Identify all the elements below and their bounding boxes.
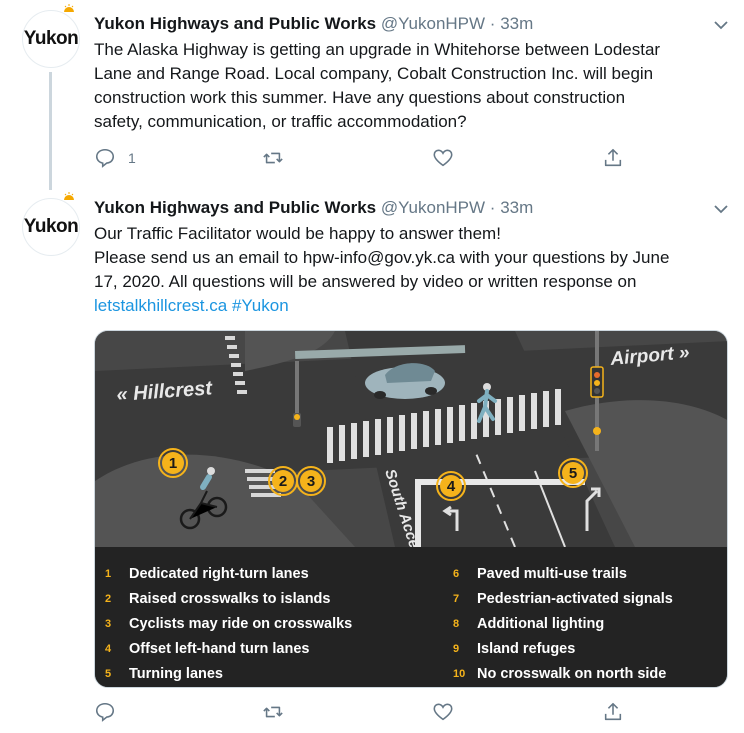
tweet-header: Yukon Highways and Public Works @YukonHP… bbox=[94, 198, 533, 218]
legend-number: 6 bbox=[453, 567, 460, 580]
svg-text:4: 4 bbox=[447, 478, 456, 495]
intersection-illustration: « Hillcrest Airport » South Access » 1 2… bbox=[95, 331, 727, 547]
sun-logo-icon bbox=[64, 4, 74, 12]
svg-text:3: 3 bbox=[307, 473, 315, 490]
tweet-text: The Alaska Highway is getting an upgrade… bbox=[94, 38, 724, 134]
share-button[interactable] bbox=[602, 700, 624, 724]
tweet-timestamp[interactable]: 33m bbox=[500, 14, 533, 33]
legend-number: 10 bbox=[453, 667, 466, 680]
legend-text: Island refuges bbox=[477, 640, 576, 657]
separator-dot: · bbox=[489, 14, 496, 33]
legend-item: 10 No crosswalk on north side bbox=[453, 661, 673, 686]
legend-number: 1 bbox=[105, 567, 112, 580]
legend-text: Raised crosswalks to islands bbox=[129, 590, 331, 607]
reply-button[interactable] bbox=[94, 700, 128, 724]
author-handle[interactable]: @YukonHPW bbox=[381, 14, 485, 33]
tweet-text-line: construction work this summer. Have any … bbox=[94, 88, 626, 107]
like-button[interactable] bbox=[432, 146, 466, 170]
share-icon bbox=[604, 148, 622, 167]
avatar-logo-text: Yukon bbox=[23, 216, 79, 237]
avatar[interactable]: Yukon bbox=[22, 4, 80, 68]
tweet[interactable]: Yukon Yukon Highways and Public Works @Y… bbox=[0, 190, 744, 733]
tweet-actions bbox=[94, 700, 634, 726]
tweet[interactable]: Yukon Yukon Highways and Public Works @Y… bbox=[0, 0, 744, 190]
legend-column-left: 1 Dedicated right-turn lanes 2 Raised cr… bbox=[105, 561, 352, 686]
tweet-timestamp[interactable]: 33m bbox=[500, 198, 533, 217]
infographic-legend: 1 Dedicated right-turn lanes 2 Raised cr… bbox=[95, 547, 727, 687]
legend-item: 5 Turning lanes bbox=[105, 661, 352, 686]
tweet-text-line: safety, communication, or traffic accomm… bbox=[94, 112, 467, 131]
share-button[interactable] bbox=[602, 146, 624, 170]
retweet-icon bbox=[263, 152, 283, 164]
badge-2: 2 bbox=[268, 466, 298, 496]
badge-5: 5 bbox=[558, 458, 588, 488]
tweet-text: Our Traffic Facilitator would be happy t… bbox=[94, 222, 724, 318]
legend-item: 3 Cyclists may ride on crosswalks bbox=[105, 611, 352, 636]
legend-text: Offset left-hand turn lanes bbox=[129, 640, 310, 657]
legend-item: 2 Raised crosswalks to islands bbox=[105, 586, 352, 611]
tweet-header: Yukon Highways and Public Works @YukonHP… bbox=[94, 14, 533, 34]
heart-icon bbox=[433, 149, 453, 167]
tweet-text-line: Lane and Range Road. Local company, Coba… bbox=[94, 64, 654, 83]
svg-text:1: 1 bbox=[169, 455, 177, 472]
tweet-text-line: Our Traffic Facilitator would be happy t… bbox=[94, 224, 501, 243]
avatar[interactable]: Yukon bbox=[22, 192, 80, 256]
retweet-button[interactable] bbox=[262, 146, 296, 170]
legend-text: Cyclists may ride on crosswalks bbox=[129, 615, 353, 632]
legend-item: 8 Additional lighting bbox=[453, 611, 673, 636]
legend-text: Dedicated right-turn lanes bbox=[129, 565, 309, 582]
legend-text: Turning lanes bbox=[129, 665, 223, 682]
like-button[interactable] bbox=[432, 700, 466, 724]
legend-text: No crosswalk on north side bbox=[477, 665, 667, 682]
svg-text:2: 2 bbox=[279, 473, 287, 490]
chevron-down-icon[interactable] bbox=[714, 204, 728, 214]
reply-count: 1 bbox=[128, 150, 136, 166]
legend-text: Additional lighting bbox=[477, 615, 605, 632]
legend-number: 8 bbox=[453, 617, 460, 630]
legend-number: 9 bbox=[453, 642, 460, 655]
sun-logo-icon bbox=[64, 192, 74, 200]
retweet-button[interactable] bbox=[262, 700, 296, 724]
attached-infographic-image[interactable]: « Hillcrest Airport » South Access » 1 2… bbox=[94, 330, 728, 688]
separator-dot: · bbox=[489, 198, 496, 217]
svg-text:5: 5 bbox=[569, 465, 577, 482]
reply-button[interactable]: 1 bbox=[94, 146, 136, 170]
legend-column-right: 6 Paved multi-use trails 7 Pedestrian-ac… bbox=[453, 561, 673, 686]
legend-item: 7 Pedestrian-activated signals bbox=[453, 586, 673, 611]
hashtag-link[interactable]: #Yukon bbox=[232, 296, 289, 315]
retweet-icon bbox=[263, 706, 283, 718]
reply-icon bbox=[95, 148, 115, 168]
website-link[interactable]: letstalkhillcrest.ca bbox=[94, 296, 227, 315]
reply-icon bbox=[95, 702, 115, 722]
badge-4: 4 bbox=[436, 471, 466, 501]
legend-number: 2 bbox=[105, 592, 112, 605]
legend-item: 9 Island refuges bbox=[453, 636, 673, 661]
legend-number: 4 bbox=[105, 642, 112, 655]
author-name[interactable]: Yukon Highways and Public Works bbox=[94, 14, 376, 33]
tweet-text-line: Please send us an email to hpw-info@gov.… bbox=[94, 248, 670, 267]
badge-1: 1 bbox=[158, 448, 188, 478]
tweet-actions: 1 bbox=[94, 146, 634, 172]
share-icon bbox=[604, 702, 622, 721]
author-handle[interactable]: @YukonHPW bbox=[381, 198, 485, 217]
legend-text: Pedestrian-activated signals bbox=[477, 590, 673, 607]
legend-number: 7 bbox=[453, 592, 460, 605]
avatar-logo-text: Yukon bbox=[23, 28, 79, 49]
legend-item: 6 Paved multi-use trails bbox=[453, 561, 673, 586]
tweet-text-line: The Alaska Highway is getting an upgrade… bbox=[94, 40, 661, 59]
chevron-down-icon[interactable] bbox=[714, 20, 728, 30]
legend-number: 5 bbox=[105, 667, 112, 680]
tweet-text-line: 17, 2020. All questions will be answered… bbox=[94, 272, 637, 291]
legend-item: 1 Dedicated right-turn lanes bbox=[105, 561, 352, 586]
legend-number: 3 bbox=[105, 617, 112, 630]
thread-connector-line bbox=[49, 72, 52, 190]
badge-3: 3 bbox=[296, 466, 326, 496]
legend-item: 4 Offset left-hand turn lanes bbox=[105, 636, 352, 661]
author-name[interactable]: Yukon Highways and Public Works bbox=[94, 198, 376, 217]
legend-text: Paved multi-use trails bbox=[477, 565, 627, 582]
heart-icon bbox=[433, 703, 453, 721]
